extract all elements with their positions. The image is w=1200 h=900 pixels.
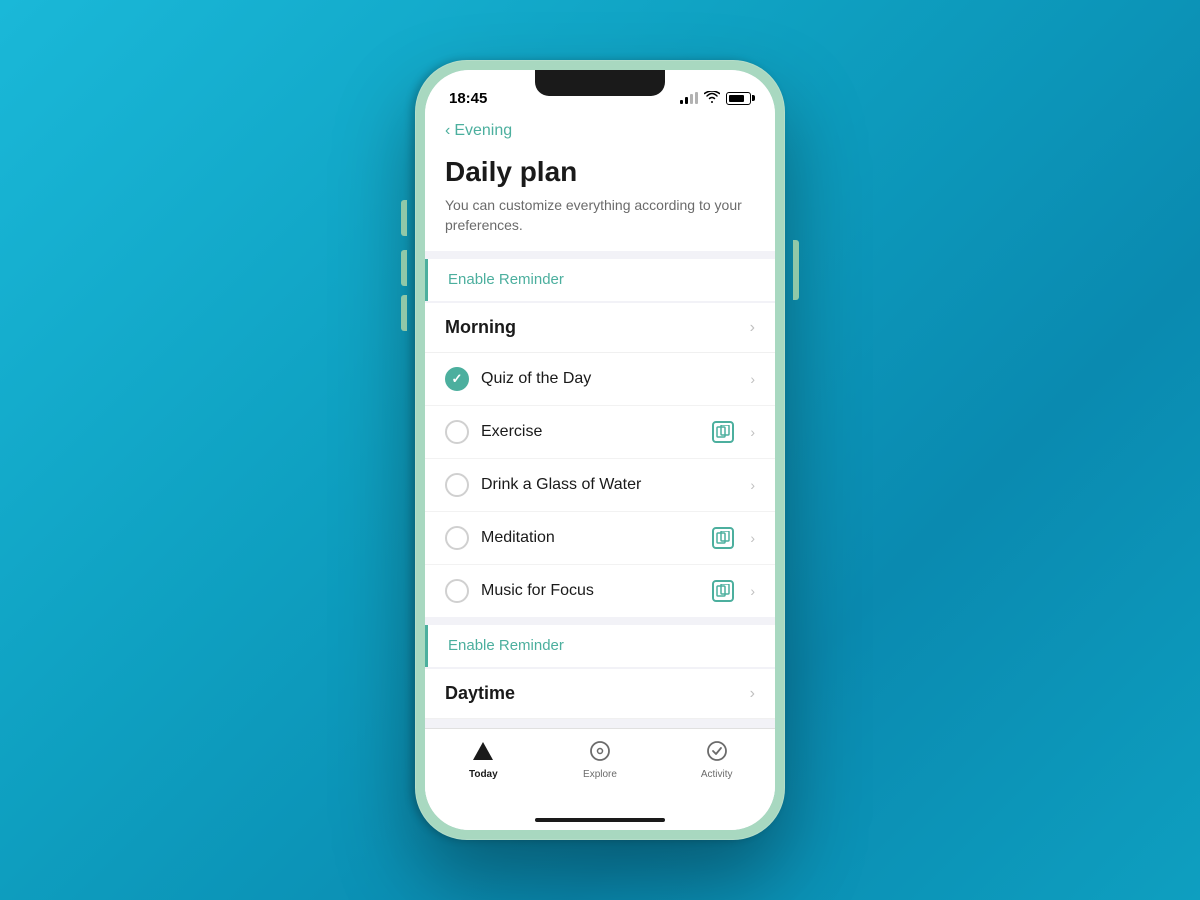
tab-activity-label: Activity: [701, 769, 733, 780]
morning-chevron-icon: ›: [750, 319, 755, 337]
tab-today[interactable]: Today: [425, 737, 542, 780]
notch: [535, 70, 665, 96]
task-name-music: Music for Focus: [481, 582, 700, 600]
back-arrow-icon: ‹: [445, 122, 450, 140]
daytime-enable-reminder-container: Enable Reminder: [425, 625, 775, 667]
task-name-quiz: Quiz of the Day: [481, 370, 738, 388]
status-icons: [680, 91, 751, 106]
daytime-section-header[interactable]: Daytime ›: [425, 669, 775, 719]
home-indicator: [425, 810, 775, 830]
task-checkbox-music[interactable]: [445, 579, 469, 603]
task-item-quiz[interactable]: Quiz of the Day ›: [425, 353, 775, 406]
content-area: ‹ Evening Daily plan You can customize e…: [425, 114, 775, 830]
task-name-exercise: Exercise: [481, 423, 700, 441]
signal-icon: [680, 92, 698, 104]
task-name-meditation: Meditation: [481, 529, 700, 547]
explore-icon: [586, 737, 614, 765]
home-bar: [535, 818, 665, 822]
task-badge-meditation: [712, 527, 734, 549]
tab-bar: Today Explore: [425, 728, 775, 810]
daytime-section-title: Daytime: [445, 683, 515, 704]
task-checkbox-exercise[interactable]: [445, 420, 469, 444]
task-chevron-music: ›: [750, 583, 755, 599]
task-item-water[interactable]: Drink a Glass of Water ›: [425, 459, 775, 512]
task-item-meditation[interactable]: Meditation ›: [425, 512, 775, 565]
task-checkbox-water[interactable]: [445, 473, 469, 497]
wifi-icon: [704, 91, 720, 106]
task-checkbox-meditation[interactable]: [445, 526, 469, 550]
daytime-chevron-icon: ›: [750, 685, 755, 703]
task-item-music[interactable]: Music for Focus ›: [425, 565, 775, 617]
task-chevron-water: ›: [750, 477, 755, 493]
morning-section-title: Morning: [445, 317, 516, 338]
page-header: Daily plan You can customize everything …: [425, 148, 775, 251]
morning-enable-reminder-container: Enable Reminder: [425, 259, 775, 301]
battery-icon: [726, 92, 751, 105]
activity-icon: [703, 737, 731, 765]
daytime-enable-reminder[interactable]: Enable Reminder: [448, 637, 564, 654]
phone-outer: 18:45: [415, 60, 785, 840]
task-chevron-exercise: ›: [750, 424, 755, 440]
tab-explore[interactable]: Explore: [542, 737, 659, 780]
task-chevron-quiz: ›: [750, 371, 755, 387]
today-icon: [469, 737, 497, 765]
task-badge-exercise: [712, 421, 734, 443]
task-badge-music: [712, 580, 734, 602]
morning-section-header[interactable]: Morning ›: [425, 303, 775, 353]
page-subtitle: You can customize everything according t…: [445, 196, 755, 235]
tab-today-label: Today: [469, 769, 498, 780]
back-nav[interactable]: ‹ Evening: [425, 114, 775, 148]
back-label: Evening: [454, 122, 512, 140]
phone-inner: 18:45: [425, 70, 775, 830]
task-checkbox-quiz[interactable]: [445, 367, 469, 391]
tab-explore-label: Explore: [583, 769, 617, 780]
tab-activity[interactable]: Activity: [658, 737, 775, 780]
status-time: 18:45: [449, 90, 487, 107]
page-title: Daily plan: [445, 156, 755, 188]
morning-enable-reminder[interactable]: Enable Reminder: [448, 271, 564, 288]
task-item-exercise[interactable]: Exercise ›: [425, 406, 775, 459]
task-chevron-meditation: ›: [750, 530, 755, 546]
task-name-water: Drink a Glass of Water: [481, 476, 738, 494]
morning-task-list: Quiz of the Day › Exercise: [425, 353, 775, 617]
